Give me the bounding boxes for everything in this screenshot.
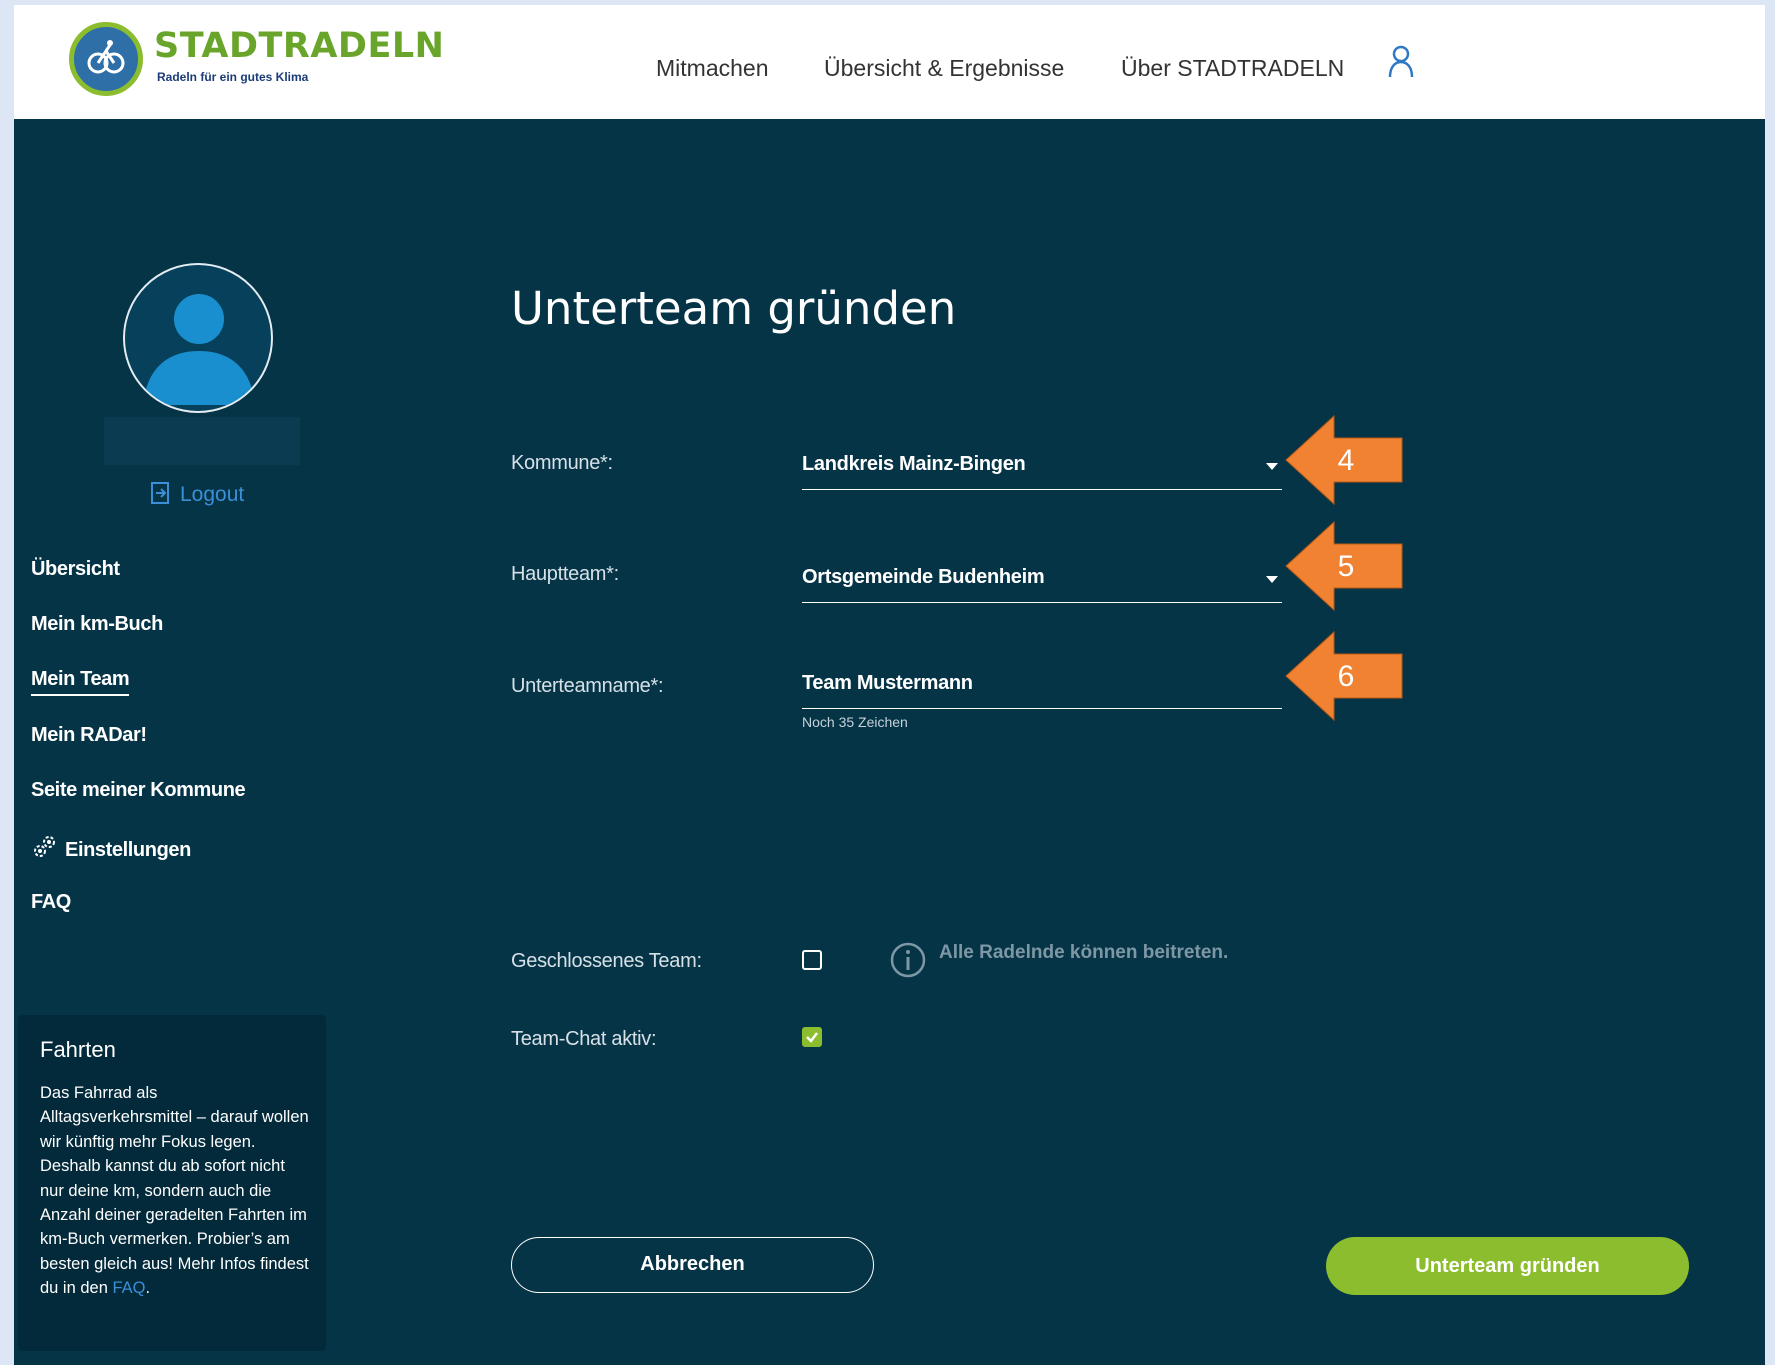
nav-uebersicht-ergebnisse[interactable]: Übersicht & Ergebnisse bbox=[824, 55, 1064, 82]
callout-number-5: 5 bbox=[1337, 550, 1355, 583]
logout-icon bbox=[151, 482, 169, 504]
logo-title: STADTRADELN bbox=[154, 26, 445, 66]
sidebar-item-uebersicht[interactable]: Übersicht bbox=[31, 558, 120, 581]
unterteamname-label: Unterteamname*: bbox=[511, 675, 664, 697]
geschlossenes-team-checkbox[interactable] bbox=[802, 950, 822, 970]
info-box-fahrten: Fahrten Das Fahrrad als Alltagsverkehrsm… bbox=[18, 1015, 326, 1351]
info-box-tail: . bbox=[145, 1279, 151, 1298]
logout-link[interactable]: Logout bbox=[150, 481, 244, 507]
hauptteam-label: Hauptteam*: bbox=[511, 563, 619, 585]
top-navigation-bar: STADTRADELN Radeln für ein gutes Klima M… bbox=[14, 5, 1765, 119]
sidebar-item-kommune[interactable]: Seite meiner Kommune bbox=[31, 779, 246, 802]
kommune-value: Landkreis Mainz-Bingen bbox=[802, 453, 1026, 475]
kommune-select[interactable]: Landkreis Mainz-Bingen bbox=[802, 445, 1282, 490]
chevron-down-icon bbox=[1266, 576, 1278, 583]
page-title: Unterteam gründen bbox=[511, 282, 957, 335]
sidebar-item-mein-team[interactable]: Mein Team bbox=[31, 668, 130, 696]
stadtradeln-logo[interactable]: STADTRADELN Radeln für ein gutes Klima bbox=[69, 18, 444, 98]
callout-number-4: 4 bbox=[1337, 444, 1355, 477]
sidebar-item-faq[interactable]: FAQ bbox=[31, 891, 71, 914]
avatar bbox=[123, 263, 273, 413]
logout-label: Logout bbox=[180, 483, 245, 506]
info-box-text: Das Fahrrad als Alltagsverkehrsmittel – … bbox=[40, 1081, 312, 1301]
unterteamname-input[interactable]: Team Mustermann bbox=[802, 664, 1282, 709]
hauptteam-select[interactable]: Ortsgemeinde Budenheim bbox=[802, 558, 1282, 603]
hauptteam-value: Ortsgemeinde Budenheim bbox=[802, 566, 1045, 588]
gear-icon bbox=[34, 836, 55, 857]
checkmark-icon bbox=[806, 1032, 818, 1043]
unterteamname-value: Team Mustermann bbox=[802, 672, 973, 694]
character-counter: Noch 35 Zeichen bbox=[802, 714, 908, 730]
sidebar-item-km-buch[interactable]: Mein km-Buch bbox=[31, 613, 163, 636]
chevron-down-icon bbox=[1266, 463, 1278, 470]
einstellungen-label: Einstellungen bbox=[65, 839, 191, 861]
sidebar-item-einstellungen[interactable]: Einstellungen bbox=[31, 834, 191, 862]
nav-mitmachen[interactable]: Mitmachen bbox=[656, 55, 768, 82]
sidebar-item-radar[interactable]: Mein RADar! bbox=[31, 724, 147, 747]
info-box-body: Das Fahrrad als Alltagsverkehrsmittel – … bbox=[40, 1084, 309, 1298]
kommune-label: Kommune*: bbox=[511, 452, 613, 474]
bicycle-logo-icon bbox=[69, 22, 143, 96]
user-name-placeholder bbox=[104, 417, 300, 465]
cancel-button[interactable]: Abbrechen bbox=[511, 1237, 874, 1293]
geschlossenes-team-info: Alle Radelnde können beitreten. bbox=[939, 942, 1229, 963]
faq-link[interactable]: FAQ bbox=[112, 1279, 145, 1297]
create-subteam-button[interactable]: Unterteam gründen bbox=[1326, 1237, 1689, 1295]
info-box-title: Fahrten bbox=[40, 1037, 116, 1062]
team-chat-label: Team-Chat aktiv: bbox=[511, 1028, 657, 1050]
user-icon[interactable] bbox=[1387, 45, 1415, 84]
logo-tagline: Radeln für ein gutes Klima bbox=[157, 70, 309, 84]
team-chat-checkbox[interactable] bbox=[802, 1027, 822, 1047]
info-icon bbox=[889, 941, 927, 984]
app-frame: STADTRADELN Radeln für ein gutes Klima M… bbox=[14, 5, 1765, 1365]
geschlossenes-team-label: Geschlossenes Team: bbox=[511, 950, 702, 972]
callout-number-6: 6 bbox=[1337, 660, 1355, 693]
nav-ueber-stadtradeln[interactable]: Über STADTRADELN bbox=[1121, 55, 1344, 82]
